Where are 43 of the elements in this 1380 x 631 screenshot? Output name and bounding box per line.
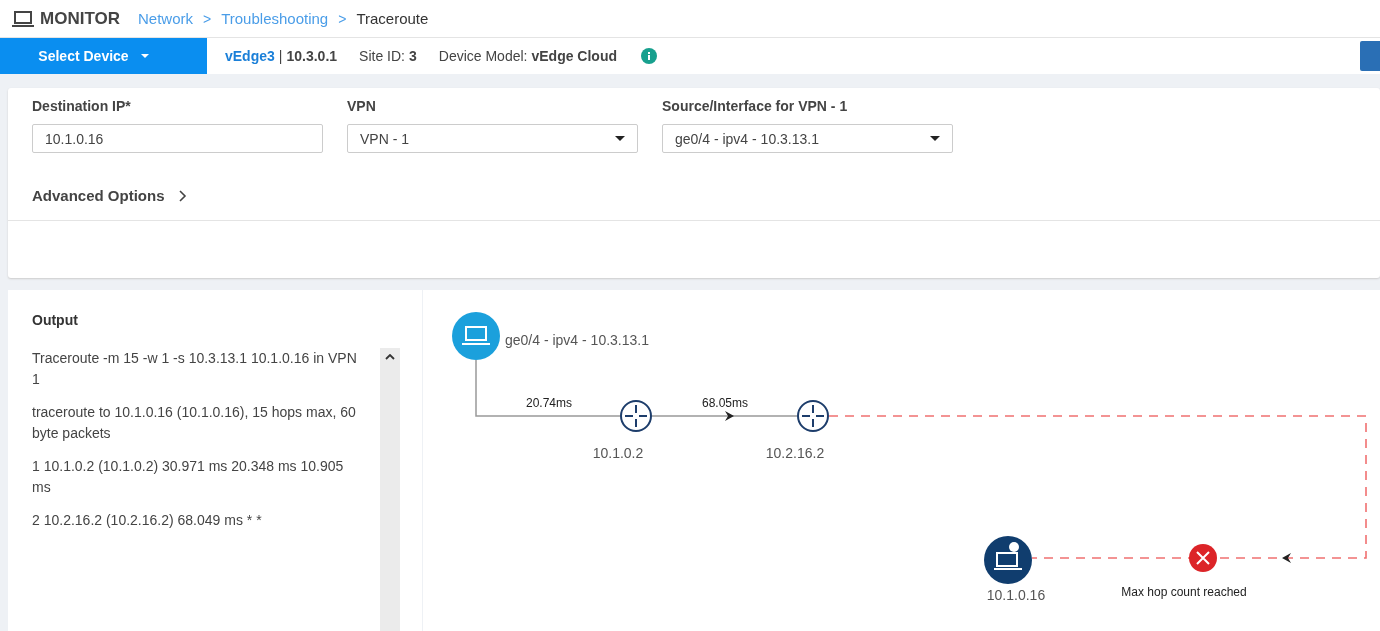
source-laptop-icon[interactable] [452, 312, 500, 360]
caret-icon [615, 136, 625, 141]
dropdown-field[interactable]: VPN - 1 [347, 124, 638, 153]
laptop-icon [12, 9, 34, 28]
breadcrumb-separator: > [203, 10, 212, 27]
output-line: Traceroute -m 15 -w 1 -s 10.3.13.1 10.1.0.16 in VPN 1 [32, 349, 358, 389]
site-id: 3 [408, 48, 417, 64]
error-icon [1189, 544, 1217, 572]
breadcrumb-separator: > [338, 10, 347, 27]
hop-label: 10.1.0.2 [592, 445, 644, 461]
arrow-icon [1282, 553, 1291, 563]
output-line: 1 10.1.0.2 (10.1.0.2) 30.971 ms 20.348 ms 10.905 ms [32, 457, 345, 497]
hop-label: 10.2.16.2 [765, 445, 825, 461]
field-label: VPN [347, 98, 377, 114]
output-line: traceroute to 10.1.0.16 (10.1.0.16), 15 hops max, 60 byte packets [32, 403, 357, 443]
field-label: Source/Interface for VPN - 1 [662, 98, 849, 114]
destination-laptop-icon[interactable] [984, 536, 1032, 584]
advanced-options-toggle[interactable]: Advanced Options [32, 187, 187, 204]
device-ip: 10.3.0.1 [286, 48, 338, 64]
site-label: Site ID: [359, 48, 405, 64]
breadcrumb-current: Traceroute [356, 10, 429, 27]
device-name: vEdge3 [225, 48, 275, 64]
output-title: Output [32, 312, 79, 328]
router-icon[interactable] [797, 400, 829, 432]
model-label: Device Model: [438, 48, 528, 64]
separator: | [278, 48, 283, 64]
dropdown-field[interactable]: ge0/4 - ipv4 - 10.3.13.1 [662, 124, 953, 153]
error-message: Max hop count reached [1121, 585, 1247, 599]
field-label: Destination IP* [32, 98, 132, 114]
source-label: ge0/4 - ipv4 - 10.3.13.1 [505, 332, 649, 348]
caret-icon [140, 54, 149, 58]
router-icon[interactable] [620, 400, 652, 432]
page-title: MONITOR [40, 8, 120, 29]
destination-label: 10.1.0.16 [986, 587, 1046, 603]
scrollbar[interactable] [380, 348, 400, 631]
device-model: vEdge Cloud [531, 48, 618, 64]
input-field[interactable]: 10.1.0.16 [32, 124, 323, 153]
caret-icon [930, 136, 940, 141]
output-line: 2 10.2.16.2 (10.2.16.2) 68.049 ms * * [32, 511, 263, 530]
chevron-up-icon[interactable] [385, 354, 395, 360]
info-icon[interactable] [641, 48, 658, 64]
latency-label: 20.74ms [526, 396, 572, 410]
latency-label: 68.05ms [702, 396, 748, 410]
